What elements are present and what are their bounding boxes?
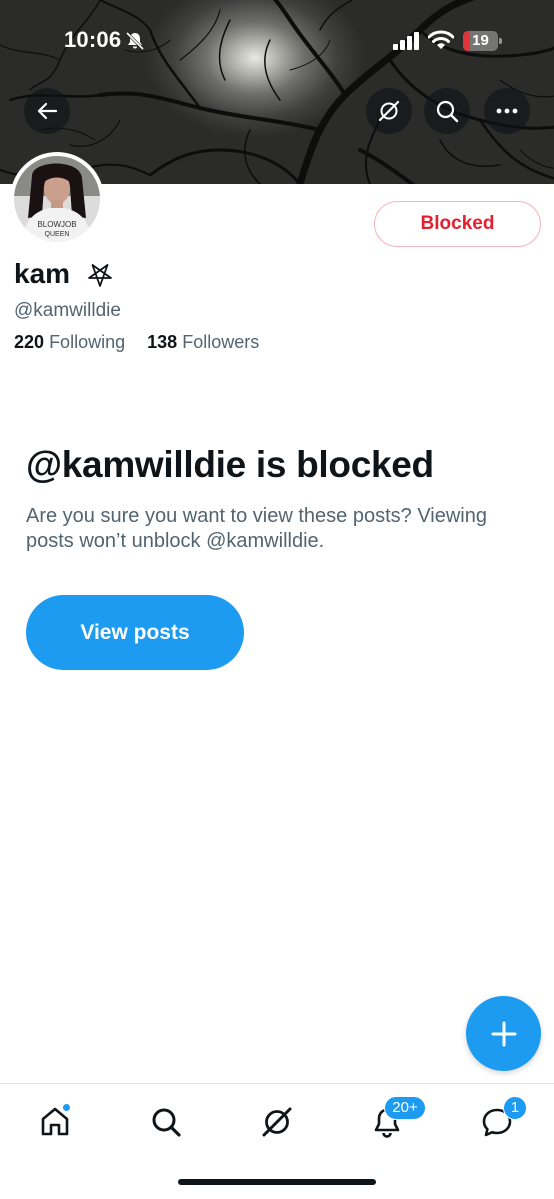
avatar[interactable]: BLOWJOB QUEEN: [10, 152, 104, 246]
profile-banner[interactable]: 10:06 19: [0, 0, 554, 184]
search-button[interactable]: [424, 88, 470, 134]
messages-badge: 1: [503, 1096, 527, 1120]
pentagram-icon: [88, 264, 112, 287]
tab-notifications[interactable]: 20+: [362, 1096, 426, 1144]
search-icon: [436, 100, 459, 123]
battery-level: 19: [472, 32, 489, 49]
wifi-icon: [428, 30, 454, 49]
plus-icon: [491, 1021, 516, 1046]
tab-grok[interactable]: [252, 1100, 302, 1144]
home-indicator: [178, 1179, 376, 1185]
followers-link[interactable]: 138 Followers: [147, 332, 259, 352]
tab-messages[interactable]: 1: [472, 1096, 527, 1144]
following-link[interactable]: 220 Following: [14, 332, 125, 352]
grok-button[interactable]: [366, 88, 412, 134]
blocked-title: @kamwilldie is blocked: [26, 444, 434, 485]
grok-icon: [262, 1107, 292, 1137]
followers-label: Followers: [182, 332, 260, 352]
blocked-button[interactable]: Blocked: [374, 201, 541, 247]
compose-button[interactable]: [466, 996, 541, 1071]
grok-icon: [378, 100, 400, 122]
notifications-badge: 20+: [384, 1096, 426, 1120]
status-time: 10:06: [64, 27, 122, 52]
avatar-image: BLOWJOB QUEEN: [14, 156, 100, 242]
tab-search[interactable]: [141, 1100, 191, 1144]
display-name: kam: [14, 258, 71, 289]
more-button[interactable]: [484, 88, 530, 134]
battery-icon: 19: [463, 31, 502, 51]
bell-slash-icon: [125, 31, 145, 51]
view-posts-button[interactable]: View posts: [26, 595, 244, 670]
following-label: Following: [49, 332, 126, 352]
avatar-shirt-text-1: BLOWJOB: [37, 220, 76, 229]
status-bar: 10:06 19: [0, 0, 554, 84]
search-icon: [152, 1108, 181, 1137]
home-notification-dot: [62, 1103, 71, 1112]
profile-handle: @kamwilldie: [14, 300, 121, 321]
back-arrow-icon: [37, 102, 58, 120]
cellular-signal-icon: [393, 32, 419, 50]
following-count: 220: [14, 332, 45, 352]
tab-home[interactable]: [30, 1100, 80, 1144]
profile-stats: 220 Following 138 Followers: [14, 332, 259, 353]
back-button[interactable]: [24, 88, 70, 134]
followers-count: 138: [147, 332, 178, 352]
more-icon: [496, 108, 518, 114]
avatar-shirt-text-2: QUEEN: [45, 231, 70, 238]
blocked-description: Are you sure you want to view these post…: [26, 505, 487, 552]
